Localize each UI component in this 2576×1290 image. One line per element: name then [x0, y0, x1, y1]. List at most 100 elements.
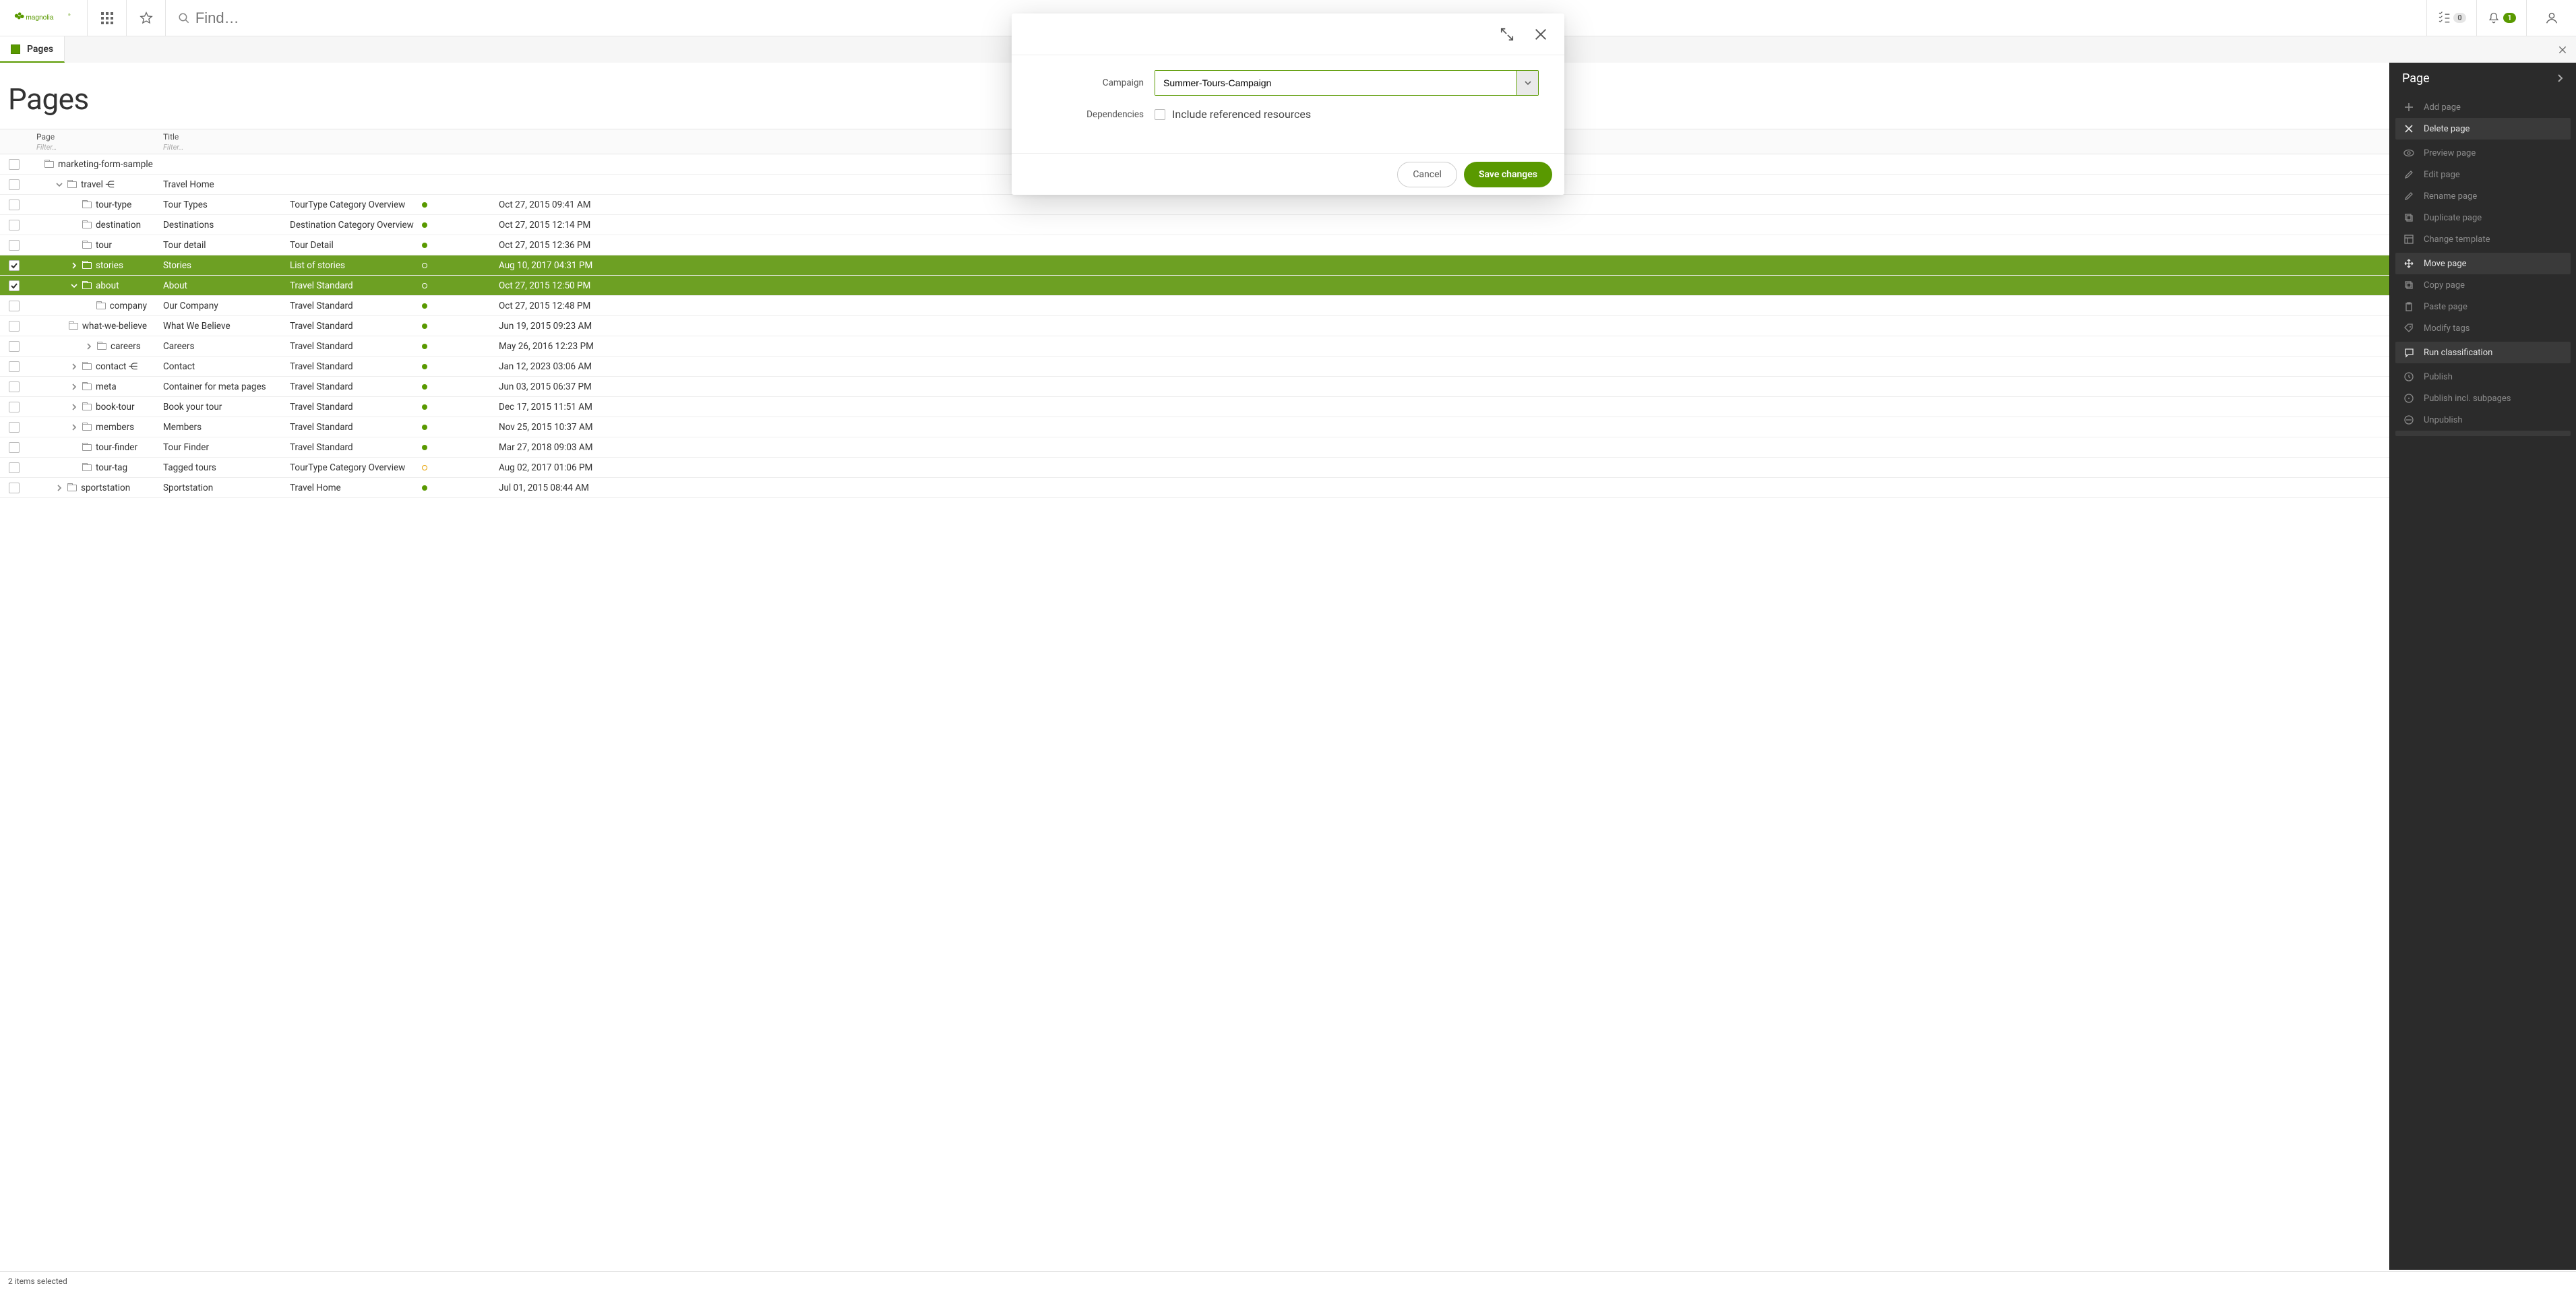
tasks-button[interactable]: 0 [2426, 0, 2476, 36]
table-row[interactable]: storiesStoriesList of storiesAug 10, 201… [0, 255, 2576, 276]
save-button[interactable]: Save changes [1464, 162, 1552, 187]
row-page-name: about [96, 280, 119, 291]
clock-icon [2403, 372, 2414, 381]
campaign-input[interactable] [1155, 71, 1516, 95]
table-row[interactable]: companyOur CompanyTravel StandardOct 27,… [0, 296, 2576, 316]
campaign-select[interactable] [1155, 70, 1539, 96]
chevron-right-icon [86, 343, 92, 350]
row-checkbox[interactable] [9, 159, 20, 170]
action-label: Unpublish [2424, 415, 2463, 425]
table-row[interactable]: destinationDestinationsDestination Categ… [0, 215, 2576, 235]
row-checkbox-cell [0, 301, 28, 311]
row-expander[interactable] [85, 343, 93, 350]
row-checkbox[interactable] [9, 260, 20, 271]
row-checkbox[interactable] [9, 199, 20, 210]
page-icon [67, 181, 77, 188]
topbar-right: 0 1 [2426, 0, 2576, 36]
row-checkbox[interactable] [9, 361, 20, 372]
app-close-button[interactable] [2557, 36, 2568, 63]
row-checkbox-cell [0, 483, 28, 493]
favorites-button[interactable] [127, 0, 166, 36]
dependencies-label: Dependencies [1029, 109, 1144, 120]
table-row[interactable]: sportstationSportstationTravel HomeJul 0… [0, 478, 2576, 498]
row-checkbox-cell [0, 321, 28, 332]
dependencies-field-row: Dependencies Include referenced resource… [1029, 108, 1547, 121]
clock2-icon [2403, 394, 2414, 403]
row-checkbox[interactable] [9, 483, 20, 493]
action-run-classification[interactable]: Run classification [2395, 342, 2571, 363]
action-label: Duplicate page [2424, 213, 2482, 223]
table-row[interactable]: book-tourBook your tourTravel StandardDe… [0, 397, 2576, 417]
status-indicator [422, 384, 427, 390]
row-checkbox[interactable] [9, 179, 20, 190]
logo[interactable]: magnolia ® [0, 0, 88, 36]
action-edit-page: Edit page [2395, 164, 2571, 185]
row-page-name: tour-type [96, 199, 131, 210]
svg-text:magnolia: magnolia [26, 14, 53, 22]
unpub-icon [2403, 415, 2414, 425]
table-row[interactable]: metaContainer for meta pagesTravel Stand… [0, 377, 2576, 397]
row-expander[interactable] [70, 424, 78, 431]
action-delete-page[interactable]: Delete page [2395, 118, 2571, 140]
app-tab-pages[interactable]: Pages [0, 36, 65, 63]
col-page-filter[interactable]: Filter… [36, 143, 147, 152]
campaign-dropdown-trigger[interactable] [1516, 71, 1538, 95]
row-expander[interactable] [70, 363, 78, 370]
table-row[interactable]: contact ⋲ContactTravel StandardJan 12, 2… [0, 357, 2576, 377]
chevron-right-icon [71, 383, 78, 390]
include-referenced-checkbox-row[interactable]: Include referenced resources [1155, 108, 1547, 121]
panel-header[interactable]: Page [2390, 63, 2576, 94]
user-menu-button[interactable] [2526, 0, 2576, 36]
col-checkbox [0, 140, 28, 145]
magnolia-logo-icon: magnolia ® [13, 11, 75, 24]
row-expander[interactable] [55, 485, 63, 491]
table-row[interactable]: tour-typeTour TypesTourType Category Ove… [0, 195, 2576, 215]
include-referenced-checkbox[interactable] [1155, 109, 1165, 120]
status-indicator [422, 202, 427, 208]
table-row[interactable]: aboutAboutTravel StandardOct 27, 2015 12… [0, 276, 2576, 296]
app-launcher-button[interactable] [88, 0, 127, 36]
row-checkbox[interactable] [9, 402, 20, 412]
row-template-cell: Travel Standard [282, 422, 414, 433]
action-label: Copy page [2424, 280, 2465, 290]
row-page-cell: stories [28, 260, 155, 271]
notifications-button[interactable]: 1 [2476, 0, 2526, 36]
table-row[interactable]: careersCareersTravel StandardMay 26, 201… [0, 336, 2576, 357]
row-page-cell: what-we-believe [28, 321, 155, 332]
row-checkbox[interactable] [9, 220, 20, 231]
campaign-label: Campaign [1029, 78, 1144, 88]
row-checkbox[interactable] [9, 422, 20, 433]
row-checkbox[interactable] [9, 321, 20, 332]
cancel-button[interactable]: Cancel [1397, 162, 1457, 187]
table-row[interactable]: tour-tagTagged toursTourType Category Ov… [0, 458, 2576, 478]
dialog-close-button[interactable] [1529, 23, 1552, 46]
col-title-filter[interactable]: Filter… [163, 143, 274, 152]
row-expander[interactable] [70, 404, 78, 410]
table-row[interactable]: tour-finderTour FinderTravel StandardMar… [0, 437, 2576, 458]
action-copy-page: Copy page [2395, 274, 2571, 296]
table-row[interactable]: what-we-believeWhat We BelieveTravel Sta… [0, 316, 2576, 336]
action-label: Change template [2424, 235, 2490, 245]
row-template-cell: TourType Category Overview [282, 199, 414, 210]
row-expander[interactable] [70, 383, 78, 390]
row-checkbox[interactable] [9, 462, 20, 473]
table-row[interactable]: membersMembersTravel StandardNov 25, 201… [0, 417, 2576, 437]
col-page[interactable]: Page Filter… [28, 129, 155, 154]
row-checkbox[interactable] [9, 280, 20, 291]
row-checkbox[interactable] [9, 301, 20, 311]
row-date: Aug 02, 2017 01:06 PM [499, 462, 592, 473]
dialog-expand-button[interactable] [1496, 23, 1519, 46]
row-checkbox[interactable] [9, 240, 20, 251]
bell-icon [2487, 11, 2501, 25]
row-checkbox-cell [0, 199, 28, 210]
row-checkbox[interactable] [9, 381, 20, 392]
row-expander[interactable] [70, 282, 78, 289]
row-checkbox[interactable] [9, 442, 20, 453]
row-checkbox[interactable] [9, 341, 20, 352]
col-title[interactable]: Title Filter… [155, 129, 282, 154]
row-expander[interactable] [70, 262, 78, 269]
row-template-cell: Travel Standard [282, 381, 414, 392]
action-move-page[interactable]: Move page [2395, 253, 2571, 274]
row-expander[interactable] [55, 181, 63, 188]
table-row[interactable]: tourTour detailTour DetailOct 27, 2015 1… [0, 235, 2576, 255]
